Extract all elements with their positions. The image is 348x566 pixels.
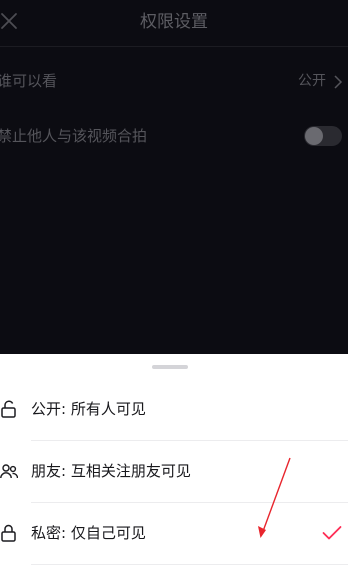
visibility-row[interactable]: 谁可以看 公开 — [0, 66, 348, 96]
visibility-sheet: 公开: 所有人可见 朋友: 互相关注朋友可见 私密: 仅自己可见 — [0, 354, 348, 566]
option-public-label: 公开: 所有人可见 — [31, 400, 146, 418]
visibility-value: 公开 — [298, 73, 326, 89]
duet-row: 禁止他人与该视频合拍 — [0, 121, 348, 151]
lock-icon — [0, 523, 18, 543]
toggle-knob — [305, 127, 323, 145]
option-private[interactable]: 私密: 仅自己可见 — [0, 503, 348, 565]
option-friends-label: 朋友: 互相关注朋友可见 — [31, 462, 191, 480]
unlock-icon — [0, 399, 18, 419]
visibility-label: 谁可以看 — [0, 72, 58, 90]
option-public[interactable]: 公开: 所有人可见 — [0, 379, 348, 441]
option-private-label: 私密: 仅自己可见 — [31, 524, 146, 542]
divider — [31, 564, 348, 565]
privacy-settings-screen: 权限设置 谁可以看 公开 禁止他人与该视频合拍 公开: 所有人可见 朋友: 互相… — [0, 0, 348, 566]
sheet-drag-handle[interactable] — [152, 365, 188, 369]
friends-icon — [0, 461, 19, 481]
check-icon — [322, 525, 342, 541]
chevron-right-icon — [333, 74, 343, 89]
header-bar: 权限设置 — [0, 0, 348, 47]
page-title: 权限设置 — [140, 12, 208, 32]
duet-toggle[interactable] — [304, 126, 342, 146]
duet-label: 禁止他人与该视频合拍 — [0, 127, 148, 145]
option-friends[interactable]: 朋友: 互相关注朋友可见 — [0, 441, 348, 503]
